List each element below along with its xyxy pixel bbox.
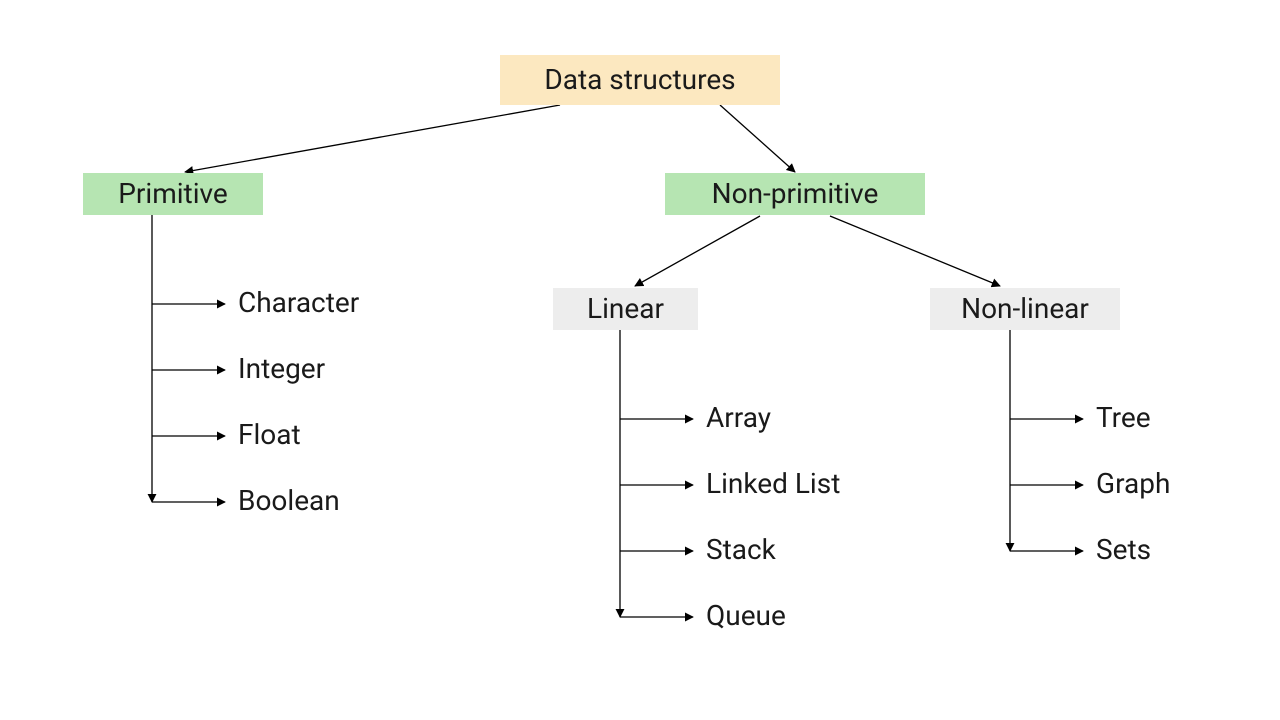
connector-lines bbox=[0, 0, 1280, 720]
leaf-nonlinear-2: Sets bbox=[1096, 535, 1151, 566]
leaf-linear-3: Queue bbox=[706, 601, 786, 632]
node-linear: Linear bbox=[553, 288, 698, 330]
node-nonprimitive-label: Non-primitive bbox=[712, 179, 879, 210]
leaf-primitive-3: Boolean bbox=[238, 486, 340, 517]
node-nonlinear-label: Non-linear bbox=[961, 294, 1089, 325]
node-root-label: Data structures bbox=[544, 65, 735, 96]
leaf-primitive-1: Integer bbox=[238, 354, 325, 385]
node-root: Data structures bbox=[500, 55, 780, 105]
leaf-linear-0: Array bbox=[706, 403, 771, 434]
node-nonprimitive: Non-primitive bbox=[665, 173, 925, 215]
node-nonlinear: Non-linear bbox=[930, 288, 1120, 330]
leaf-linear-2: Stack bbox=[706, 535, 776, 566]
leaf-nonlinear-0: Tree bbox=[1096, 403, 1151, 434]
leaf-linear-1: Linked List bbox=[706, 469, 840, 500]
leaf-nonlinear-1: Graph bbox=[1096, 469, 1170, 500]
node-linear-label: Linear bbox=[587, 294, 664, 325]
node-primitive-label: Primitive bbox=[118, 179, 228, 210]
leaf-primitive-2: Float bbox=[238, 420, 301, 451]
node-primitive: Primitive bbox=[83, 173, 263, 215]
leaf-primitive-0: Character bbox=[238, 288, 359, 319]
